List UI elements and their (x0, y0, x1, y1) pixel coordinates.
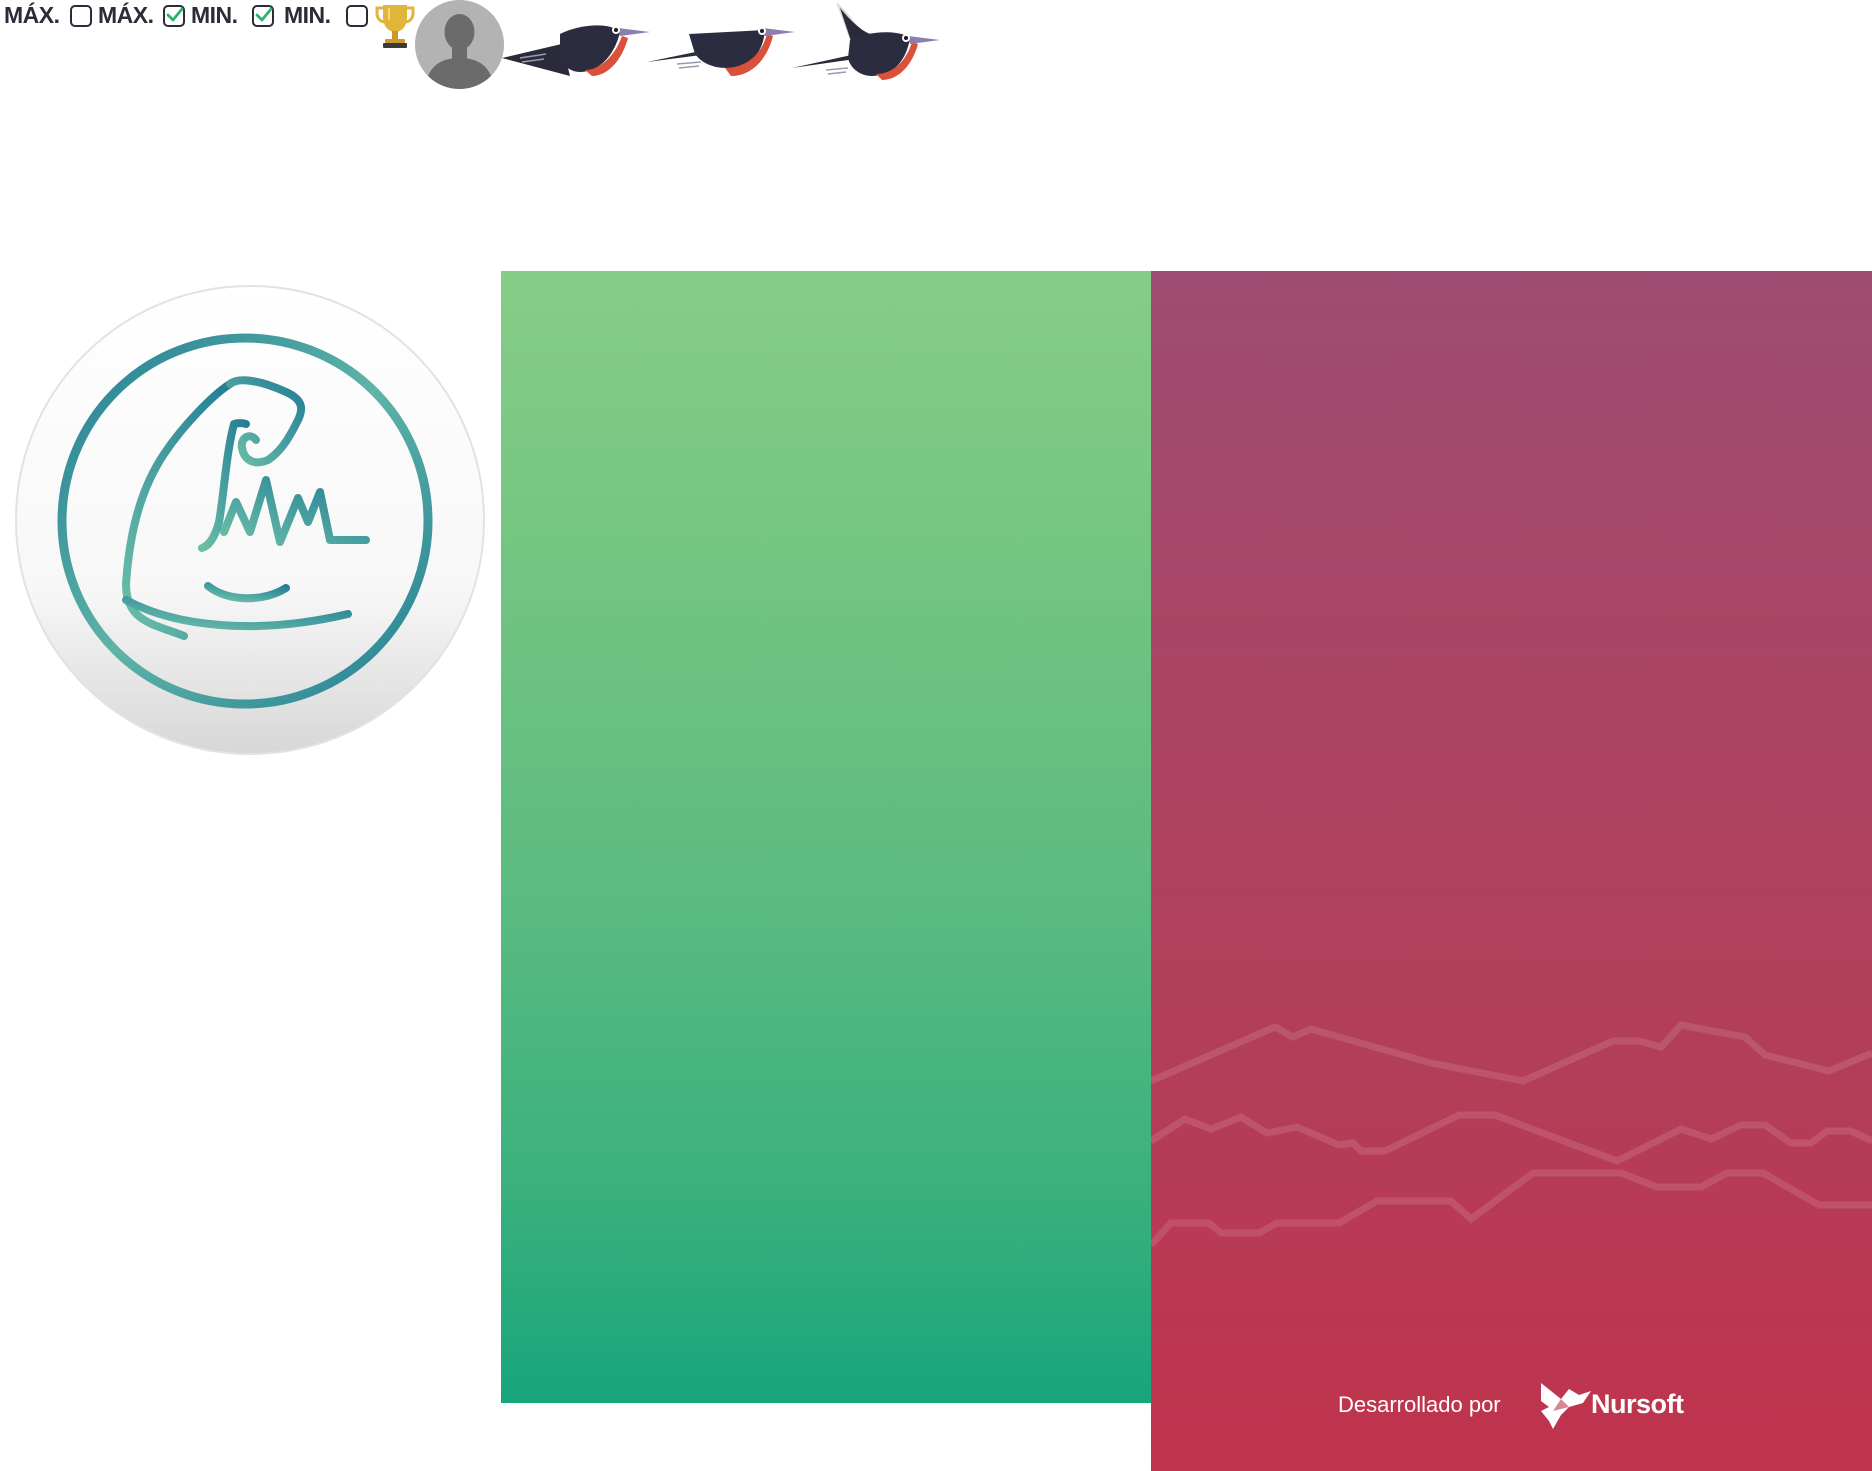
mountain-lines-decoration (1151, 1021, 1872, 1248)
green-gradient-panel (501, 271, 1152, 1403)
max-checkbox-1[interactable] (70, 5, 92, 27)
wizard-hat-pulse-logo-icon (15, 285, 485, 755)
bird-icon (502, 25, 650, 76)
min-label-2: MIN. (284, 2, 331, 28)
bird-icon (647, 27, 795, 76)
min-label-1: MIN. (191, 2, 238, 28)
nursoft-brand-text[interactable]: Nursoft (1591, 1389, 1684, 1420)
trophy-icon (375, 5, 415, 48)
app-logo (14, 284, 486, 756)
developed-by-text: Desarrollado por (1338, 1392, 1501, 1417)
top-toolbar: MÁX. MÁX. MIN. MIN. (0, 0, 960, 90)
user-avatar[interactable] (415, 0, 504, 89)
nursoft-bird-icon (1541, 1383, 1591, 1429)
min-checkbox-1[interactable] (252, 5, 274, 27)
developer-credit: Desarrollado por Nursoft (1338, 1381, 1738, 1431)
red-gradient-panel: Desarrollado por Nursoft (1151, 271, 1872, 1471)
min-checkbox-2[interactable] (346, 5, 368, 27)
checkmark-icon (166, 7, 184, 22)
max-checkbox-2[interactable] (163, 5, 185, 27)
bird-icon (792, 2, 940, 80)
user-avatar-icon (415, 0, 504, 89)
checkmark-icon (255, 7, 273, 22)
max-label-2: MÁX. (98, 2, 154, 28)
max-label-1: MÁX. (4, 2, 60, 28)
